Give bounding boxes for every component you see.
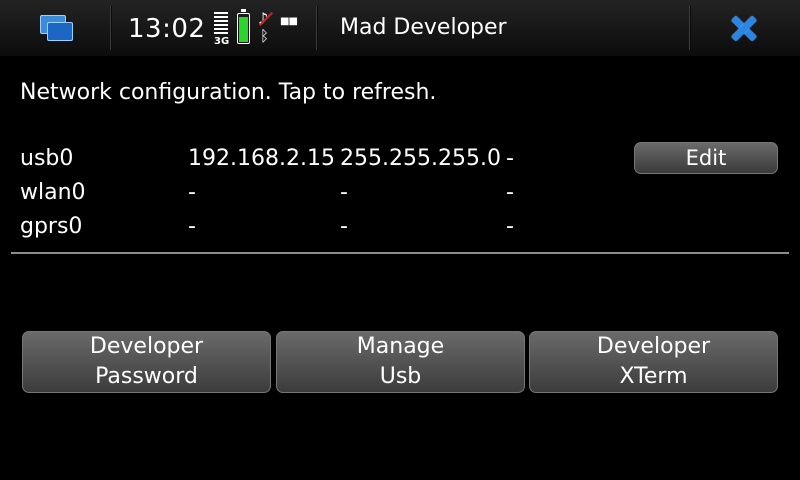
interface-gateway: - — [506, 180, 514, 205]
edit-button[interactable]: Edit — [634, 142, 778, 174]
close-icon[interactable] — [716, 10, 772, 46]
bluetooth-icon: ᛒ — [260, 27, 270, 45]
button-label-line1: Manage — [356, 334, 445, 359]
separator — [110, 6, 111, 50]
signal-strength-icon — [212, 12, 232, 36]
usb-connection-icon: ■■ — [280, 16, 298, 27]
button-label-line1: Developer — [89, 334, 204, 359]
developer-password-button[interactable]: Developer Password — [22, 331, 271, 393]
interface-name: usb0 — [20, 146, 74, 171]
interface-netmask: - — [340, 180, 348, 205]
interface-ip: 192.168.2.15 — [188, 146, 335, 171]
interface-gateway: - — [506, 214, 514, 239]
button-label-line2: Usb — [379, 364, 422, 389]
button-label-line2: XTerm — [619, 364, 688, 389]
network-type-label: 3G — [214, 36, 230, 47]
app-title[interactable]: Mad Developer — [340, 15, 507, 40]
interface-name: wlan0 — [20, 180, 86, 205]
table-row: gprs0 - - - — [0, 214, 800, 248]
interface-gateway: - — [506, 146, 514, 171]
table-row: wlan0 - - - — [0, 180, 800, 214]
interface-netmask: - — [340, 214, 348, 239]
separator — [689, 6, 690, 50]
interface-netmask: 255.255.255.0 — [340, 146, 501, 171]
button-label-line1: Developer — [596, 334, 711, 359]
divider — [11, 252, 789, 254]
separator — [316, 6, 317, 50]
battery-level — [239, 17, 248, 42]
button-label-line2: Password — [95, 364, 198, 389]
status-bar: 13:02 3G ♪ ■■ ᛒ Mad Developer — [0, 0, 800, 57]
interface-name: gprs0 — [20, 214, 83, 239]
manage-usb-button[interactable]: Manage Usb — [276, 331, 525, 393]
developer-xterm-button[interactable]: Developer XTerm — [529, 331, 778, 393]
battery-icon — [237, 9, 250, 44]
clock: 13:02 — [128, 14, 206, 44]
interface-ip: - — [188, 214, 196, 239]
task-switcher-icon[interactable] — [28, 8, 84, 48]
refresh-heading[interactable]: Network configuration. Tap to refresh. — [20, 80, 436, 105]
interface-ip: - — [188, 180, 196, 205]
